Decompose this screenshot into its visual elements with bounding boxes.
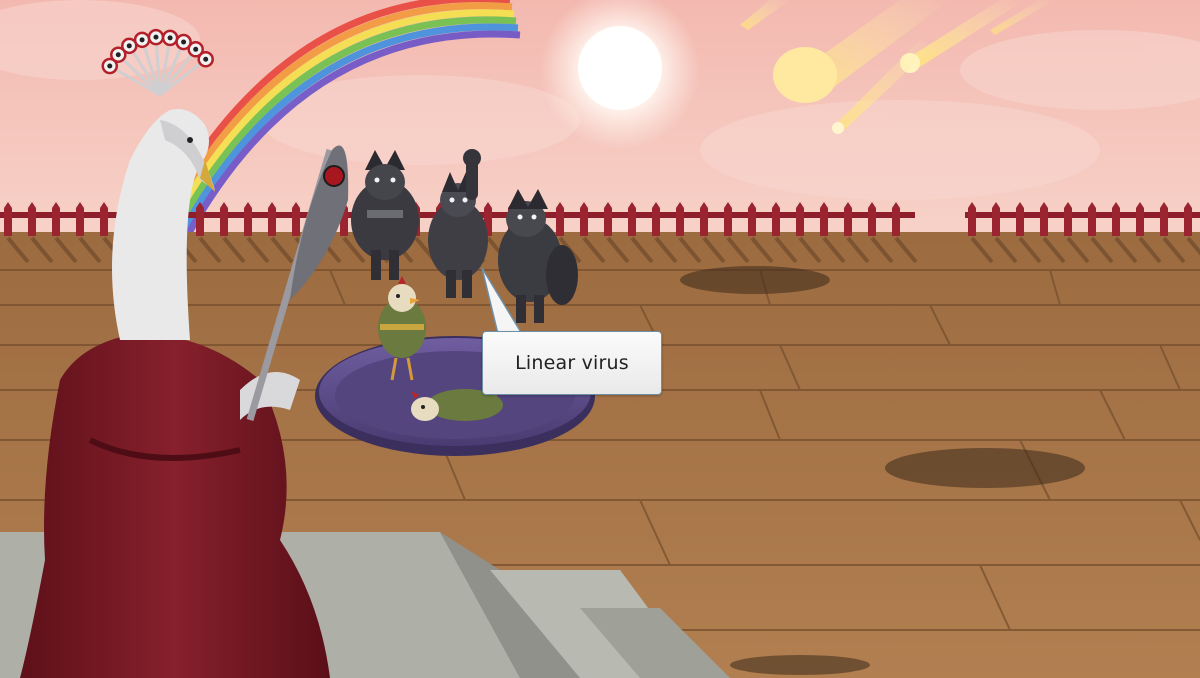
fence-post	[820, 202, 828, 236]
fence-post	[268, 202, 276, 236]
fence-post	[556, 202, 564, 236]
fence-post	[796, 202, 804, 236]
speech-bubble[interactable]: Linear virus	[482, 331, 662, 395]
fence-post	[652, 202, 660, 236]
fence-post	[676, 202, 684, 236]
fence-post	[992, 202, 1000, 236]
fence-post	[100, 202, 108, 236]
fence-post	[244, 202, 252, 236]
fence-post	[1136, 202, 1144, 236]
fence-post	[1184, 202, 1192, 236]
game-scene[interactable]: Linear virus	[0, 0, 1200, 678]
speech-bubble-text: Linear virus	[515, 352, 629, 374]
fence-post	[892, 202, 900, 236]
fence-post	[1040, 202, 1048, 236]
fence-post	[196, 202, 204, 236]
fence-post	[1160, 202, 1168, 236]
fence-post	[1088, 202, 1096, 236]
fence-post	[1112, 202, 1120, 236]
fence-post	[968, 202, 976, 236]
fence-post	[1016, 202, 1024, 236]
fence-post	[772, 202, 780, 236]
fence-post	[220, 202, 228, 236]
fence-post	[868, 202, 876, 236]
fence-post	[700, 202, 708, 236]
fence-post	[580, 202, 588, 236]
fence-post	[4, 202, 12, 236]
fence-post	[724, 202, 732, 236]
fence-post	[52, 202, 60, 236]
fence-post	[292, 202, 300, 236]
fence-post	[1064, 202, 1072, 236]
fence-post	[28, 202, 36, 236]
fence-post	[628, 202, 636, 236]
fence-post	[844, 202, 852, 236]
fence-post	[748, 202, 756, 236]
fence-post	[604, 202, 612, 236]
fence-post	[76, 202, 84, 236]
